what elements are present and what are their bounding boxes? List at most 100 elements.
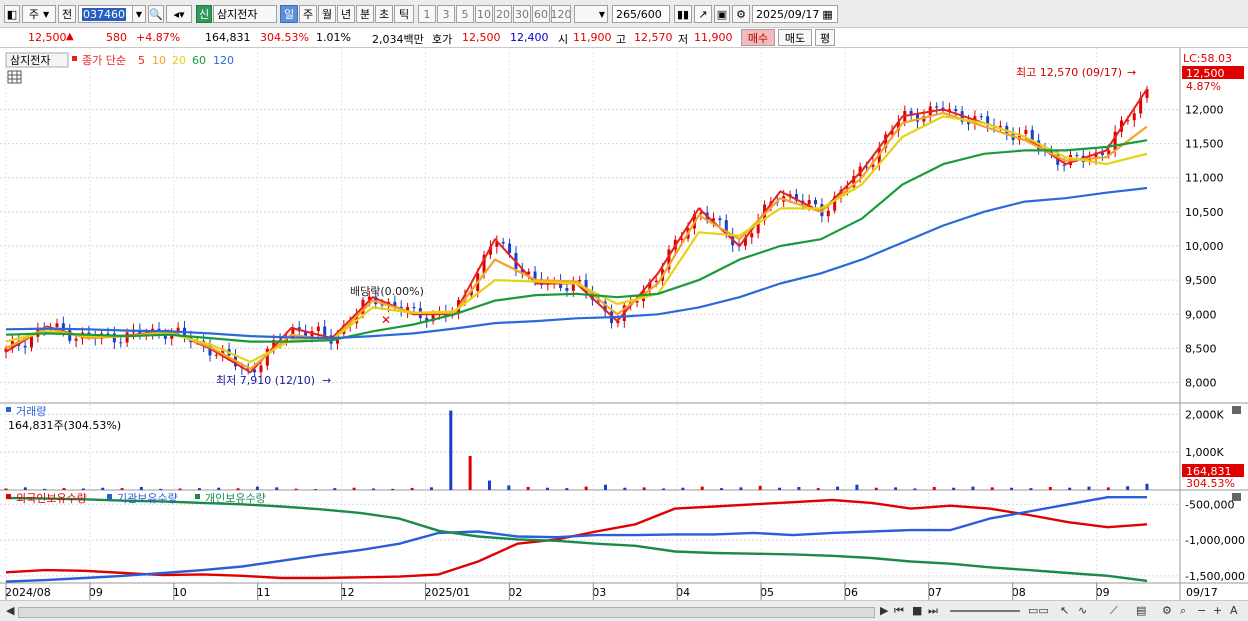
stock-name: 삼지전자 xyxy=(213,5,277,23)
speaker-icon[interactable]: ◂▾ xyxy=(166,5,192,23)
volume-bar xyxy=(333,488,337,490)
volume-bar xyxy=(952,487,956,490)
minute-btn-10[interactable]: 10 xyxy=(475,5,493,23)
volume-bar xyxy=(584,486,588,490)
volume-bar xyxy=(971,486,975,490)
line-tool-icon[interactable]: ⟋ xyxy=(1110,604,1118,618)
high-annotation: 최고 12,570 (09/17) xyxy=(1016,66,1122,79)
zoom-out-icon[interactable]: − xyxy=(1197,604,1206,617)
period-tab-day[interactable]: 일 xyxy=(280,5,298,23)
ma-5-label[interactable]: 5 xyxy=(138,54,145,67)
avg-button[interactable]: 평 xyxy=(815,29,835,46)
volume-bar xyxy=(1126,486,1130,490)
period-tab-week[interactable]: 주 xyxy=(299,5,317,23)
volume-bar xyxy=(410,487,414,490)
stock-chart[interactable]: 8,000 8,500 9,000 9,500 10,000 10,500 11,000 11… xyxy=(0,48,1248,600)
volume-bar xyxy=(217,487,221,490)
scroll-right-icon[interactable]: ▶ xyxy=(880,604,888,617)
date-input[interactable]: 2025/09/17 ▦ xyxy=(752,5,838,23)
minute-btn-5[interactable]: 5 xyxy=(456,5,474,23)
count-input[interactable]: 265/600 xyxy=(612,5,670,23)
buy-button[interactable]: 매수 xyxy=(741,29,775,46)
ma-20-label[interactable]: 20 xyxy=(172,54,186,67)
candle-body xyxy=(214,354,218,356)
prev-button[interactable]: 전 xyxy=(58,5,76,23)
candle-icon[interactable]: ▮▮ xyxy=(674,5,692,23)
trade-amount: 2,034백만 xyxy=(372,33,424,46)
period-tab-minute[interactable]: 분 xyxy=(356,5,374,23)
volume-bar xyxy=(178,488,182,490)
zoom-in-icon[interactable]: + xyxy=(1213,604,1222,617)
candle-body xyxy=(29,336,33,348)
minute-btn-20[interactable]: 20 xyxy=(494,5,512,23)
x-tick-label: 2025/01 xyxy=(424,586,470,599)
sell-button[interactable]: 매도 xyxy=(778,29,812,46)
period-tab-second[interactable]: 초 xyxy=(375,5,393,23)
minute-custom-select[interactable]: ▼ xyxy=(574,5,608,23)
period-tab-month[interactable]: 월 xyxy=(318,5,336,23)
minute-btn-60[interactable]: 60 xyxy=(532,5,550,23)
pane-close-icon[interactable] xyxy=(1232,406,1241,414)
candle-body xyxy=(508,243,512,254)
candle-body xyxy=(1075,155,1079,157)
minute-btn-3[interactable]: 3 xyxy=(437,5,455,23)
forward-icon[interactable]: ⏭ xyxy=(928,604,938,618)
price-tick-label: 11,500 xyxy=(1185,138,1224,151)
draw-tool-icon[interactable]: ↗ xyxy=(694,5,712,23)
current-price-tag: 12,500 xyxy=(1186,67,1225,80)
gear-icon[interactable]: ⚙ xyxy=(732,5,750,23)
volume-bar xyxy=(894,487,898,490)
volume-tick-label: 2,000K xyxy=(1185,408,1224,421)
volume-bar xyxy=(1010,487,1014,490)
institution-holding-legend: 기관보유수량 xyxy=(117,492,178,505)
period-tab-year[interactable]: 년 xyxy=(337,5,355,23)
low-annotation: 최저 7,910 (12/10) xyxy=(216,374,315,387)
zoom-slider[interactable] xyxy=(950,610,1020,612)
font-size-icon[interactable]: A xyxy=(1230,604,1238,617)
ma-60-label[interactable]: 60 xyxy=(192,54,206,67)
volume-bar xyxy=(371,488,375,490)
candle-body xyxy=(935,106,939,108)
volume-bar xyxy=(81,488,85,490)
minute-btn-120[interactable]: 120 xyxy=(551,5,571,23)
open-price: 11,900 xyxy=(573,31,612,44)
layout-icon[interactable]: ▭▭ xyxy=(1028,604,1049,617)
rewind-icon[interactable]: ⏮ xyxy=(894,604,904,618)
pointer-icon[interactable]: ↖ xyxy=(1060,604,1069,617)
ma-120-label[interactable]: 120 xyxy=(213,54,234,67)
print-icon[interactable]: ▤ xyxy=(1136,604,1146,617)
price-tick-label: 8,500 xyxy=(1185,342,1217,355)
candle-body xyxy=(578,279,582,282)
window-menu-icon[interactable]: ◧ xyxy=(4,5,20,23)
stop-icon[interactable]: ■ xyxy=(912,604,922,617)
period-tab-tick[interactable]: 틱 xyxy=(394,5,414,23)
volume-bar xyxy=(507,485,511,490)
save-icon[interactable]: ▣ xyxy=(714,5,730,23)
settings-icon[interactable]: ⚙ xyxy=(1162,604,1172,617)
current-pct-tag: 4.87% xyxy=(1186,80,1221,93)
volume-bar xyxy=(565,488,569,490)
lc-label: LC:58.03 xyxy=(1183,52,1232,65)
grid-table-icon[interactable] xyxy=(7,70,22,84)
minute-btn-30[interactable]: 30 xyxy=(513,5,531,23)
type-select[interactable]: 주 ▼ xyxy=(22,5,56,23)
candle-body xyxy=(1024,129,1028,134)
volume-bar xyxy=(1048,486,1052,490)
pane-close-icon[interactable] xyxy=(1232,493,1241,501)
code-dropdown-button[interactable]: ▼ xyxy=(132,5,146,23)
quote-bar: 12,500 ▲ 580 +4.87% 164,831 304.53% 1.01… xyxy=(0,28,1248,48)
magnifier-icon[interactable]: ⌕ xyxy=(1180,604,1186,618)
minute-btn-1[interactable]: 1 xyxy=(418,5,436,23)
indicator-icon[interactable]: ∿ xyxy=(1078,604,1087,617)
volume-bar xyxy=(604,484,608,490)
search-icon[interactable]: 🔍 xyxy=(148,5,164,23)
volume-tick-label: 1,000K xyxy=(1185,446,1224,459)
volume-bar xyxy=(662,488,666,490)
ma-10-label[interactable]: 10 xyxy=(152,54,166,67)
horizontal-scrollbar[interactable] xyxy=(18,607,875,618)
volume-bar xyxy=(159,488,163,490)
dividend-marker-icon: ✕ xyxy=(381,313,391,327)
price-change-pct: +4.87% xyxy=(136,31,181,44)
candle-body xyxy=(826,210,830,217)
scroll-left-icon[interactable]: ◀ xyxy=(6,604,14,617)
